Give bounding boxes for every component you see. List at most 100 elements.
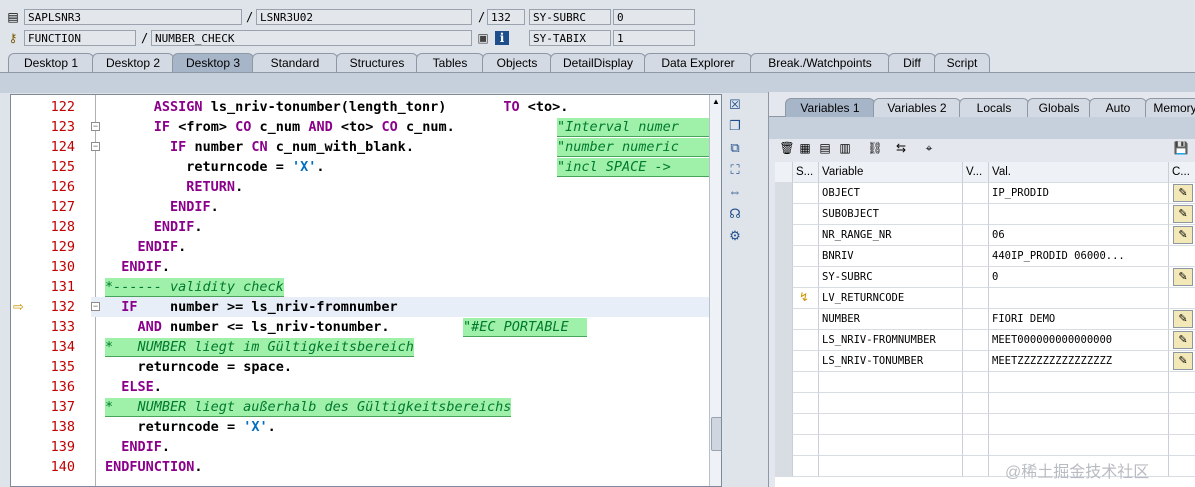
function-name-field[interactable]: NUMBER_CHECK (151, 30, 472, 46)
code-line[interactable]: returncode = 'X'. (105, 417, 276, 437)
variable-name[interactable]: NUMBER (819, 309, 963, 330)
close-icon[interactable]: ☒ (727, 97, 743, 113)
tab-break-watchpoints[interactable]: Break./Watchpoints (750, 53, 890, 72)
edit-list-icon[interactable]: ▦ (797, 140, 813, 156)
variables-tab-globals[interactable]: Globals (1027, 98, 1091, 117)
breakpoint-gutter[interactable] (11, 95, 33, 486)
filter-icon[interactable]: ⌖ (921, 140, 937, 156)
code-line[interactable]: IF number CN c_num_with_blank. (105, 137, 414, 157)
tab-objects[interactable]: Objects (482, 53, 552, 72)
fold-toggle-icon[interactable]: − (91, 142, 100, 151)
variable-value[interactable]: MEETZZZZZZZZZZZZZZZ (989, 351, 1169, 372)
variable-name[interactable]: NR_RANGE_NR (819, 225, 963, 246)
variable-row[interactable]: BNRIV 440IP_PRODID 06000... (775, 246, 1195, 267)
variable-value[interactable]: 06 (989, 225, 1169, 246)
code-line[interactable]: ENDIF. (105, 437, 170, 457)
variable-name[interactable]: LV_RETURNCODE (819, 288, 963, 309)
pencil-icon[interactable]: ✎ (1173, 226, 1193, 244)
table-icon[interactable]: ▥ (837, 140, 853, 156)
variable-row[interactable]: NUMBER FIORI DEMO ✎ (775, 309, 1195, 330)
row-select[interactable] (775, 204, 793, 225)
variable-row[interactable]: NR_RANGE_NR 06 ✎ (775, 225, 1195, 246)
variable-name[interactable]: SUBOBJECT (819, 204, 963, 225)
variable-value[interactable] (989, 204, 1169, 225)
tab-standard[interactable]: Standard (252, 53, 338, 72)
tools-icon[interactable]: ⚙ (727, 228, 743, 244)
variable-value[interactable]: MEET000000000000000 (989, 330, 1169, 351)
tab-tables[interactable]: Tables (416, 53, 484, 72)
tab-diff[interactable]: Diff (888, 53, 936, 72)
code-line[interactable]: IF <from> CO c_num AND <to> CO c_num. (105, 117, 455, 137)
row-select[interactable] (775, 351, 793, 372)
variable-value[interactable]: 440IP_PRODID 06000... (989, 246, 1169, 267)
code-line[interactable]: RETURN. (105, 177, 243, 197)
pencil-icon[interactable]: ✎ (1173, 184, 1193, 202)
hierarchy-icon[interactable]: ⛓ (867, 140, 883, 156)
copy-tool-icon[interactable]: ⧉ (727, 140, 743, 156)
scroll-thumb[interactable] (711, 417, 721, 451)
info-icon[interactable]: i (495, 31, 509, 45)
object-type-field[interactable]: FUNCTION (24, 30, 136, 46)
fold-toggle-icon[interactable]: − (91, 122, 100, 131)
sysfield-value-2[interactable]: 1 (613, 30, 695, 46)
tab-desktop-2[interactable]: Desktop 2 (92, 53, 174, 72)
variable-name[interactable]: BNRIV (819, 246, 963, 267)
row-select[interactable] (775, 246, 793, 267)
variable-row[interactable]: SUBOBJECT ✎ (775, 204, 1195, 225)
row-select[interactable] (775, 309, 793, 330)
variable-row[interactable]: OBJECT IP_PRODID ✎ (775, 183, 1195, 204)
col-val[interactable]: Val. (989, 162, 1169, 183)
sysfield-value-1[interactable]: 0 (613, 9, 695, 25)
variables-tab-memory[interactable]: Memory (1145, 98, 1195, 117)
row-select[interactable] (775, 330, 793, 351)
new-tool-icon[interactable]: ❐ (727, 118, 743, 134)
row-select[interactable] (775, 183, 793, 204)
pencil-icon[interactable]: ✎ (1173, 352, 1193, 370)
pencil-icon[interactable]: ✎ (1173, 205, 1193, 223)
program-field[interactable]: SAPLSNR3 (24, 9, 242, 25)
pin-icon[interactable]: ▣ (476, 31, 490, 45)
code-line[interactable]: ELSE. (105, 377, 162, 397)
maximize-icon[interactable]: ⛶ (727, 162, 743, 178)
row-select[interactable] (775, 225, 793, 246)
vertical-scrollbar[interactable]: ▲ (709, 95, 721, 486)
variables-tab-auto[interactable]: Auto (1089, 98, 1147, 117)
code-line[interactable]: returncode = 'X'. (105, 157, 324, 177)
variable-name[interactable]: SY-SUBRC (819, 267, 963, 288)
pencil-icon[interactable]: ✎ (1173, 268, 1193, 286)
save-icon[interactable]: 💾 (1173, 140, 1189, 156)
list-icon[interactable]: ▤ (817, 140, 833, 156)
tab-desktop-3[interactable]: Desktop 3 (172, 53, 254, 72)
variable-name[interactable]: OBJECT (819, 183, 963, 204)
move-icon[interactable]: ⇆ (893, 140, 909, 156)
code-line[interactable]: ENDIF. (105, 197, 219, 217)
tab-desktop-1[interactable]: Desktop 1 (8, 53, 94, 72)
code-line[interactable]: ENDFUNCTION. (105, 457, 203, 477)
code-editor[interactable]: 122 ASSIGN ls_nriv-tonumber(length_tonr)… (10, 94, 722, 487)
col-c[interactable]: C... (1169, 162, 1195, 183)
tab-detaildisplay[interactable]: DetailDisplay (550, 53, 646, 72)
fold-toggle-icon[interactable]: − (91, 302, 100, 311)
tab-script[interactable]: Script (934, 53, 990, 72)
delete-icon[interactable]: 🗑 (779, 140, 795, 156)
swap-icon[interactable]: ⇔ (727, 184, 743, 200)
variables-tab-variables-2[interactable]: Variables 2 (873, 98, 961, 117)
col-variable[interactable]: Variable (819, 162, 963, 183)
variable-value[interactable]: IP_PRODID (989, 183, 1169, 204)
code-line[interactable]: ASSIGN ls_nriv-tonumber(length_tonr) TO … (105, 97, 569, 117)
line-field[interactable]: 132 (487, 9, 525, 25)
code-line[interactable]: AND number <= ls_nriv-tonumber. (105, 317, 390, 337)
variable-name[interactable]: LS_NRIV-TONUMBER (819, 351, 963, 372)
col-s[interactable]: S... (793, 162, 819, 183)
include-field[interactable]: LSNR3U02 (256, 9, 472, 25)
row-select[interactable] (775, 288, 793, 309)
variable-value[interactable]: FIORI DEMO (989, 309, 1169, 330)
variable-row[interactable]: LS_NRIV-FROMNUMBER MEET000000000000000 ✎ (775, 330, 1195, 351)
variable-row[interactable]: SY-SUBRC 0 ✎ (775, 267, 1195, 288)
variable-value[interactable]: 0 (989, 267, 1169, 288)
variable-value[interactable] (989, 288, 1169, 309)
code-line[interactable]: ENDIF. (105, 237, 187, 257)
variable-row[interactable]: LV_RETURNCODE ↯ (775, 288, 1195, 309)
code-line[interactable]: IF number >= ls_nriv-fromnumber (105, 297, 397, 317)
variables-tab-variables-1[interactable]: Variables 1 (785, 98, 875, 117)
